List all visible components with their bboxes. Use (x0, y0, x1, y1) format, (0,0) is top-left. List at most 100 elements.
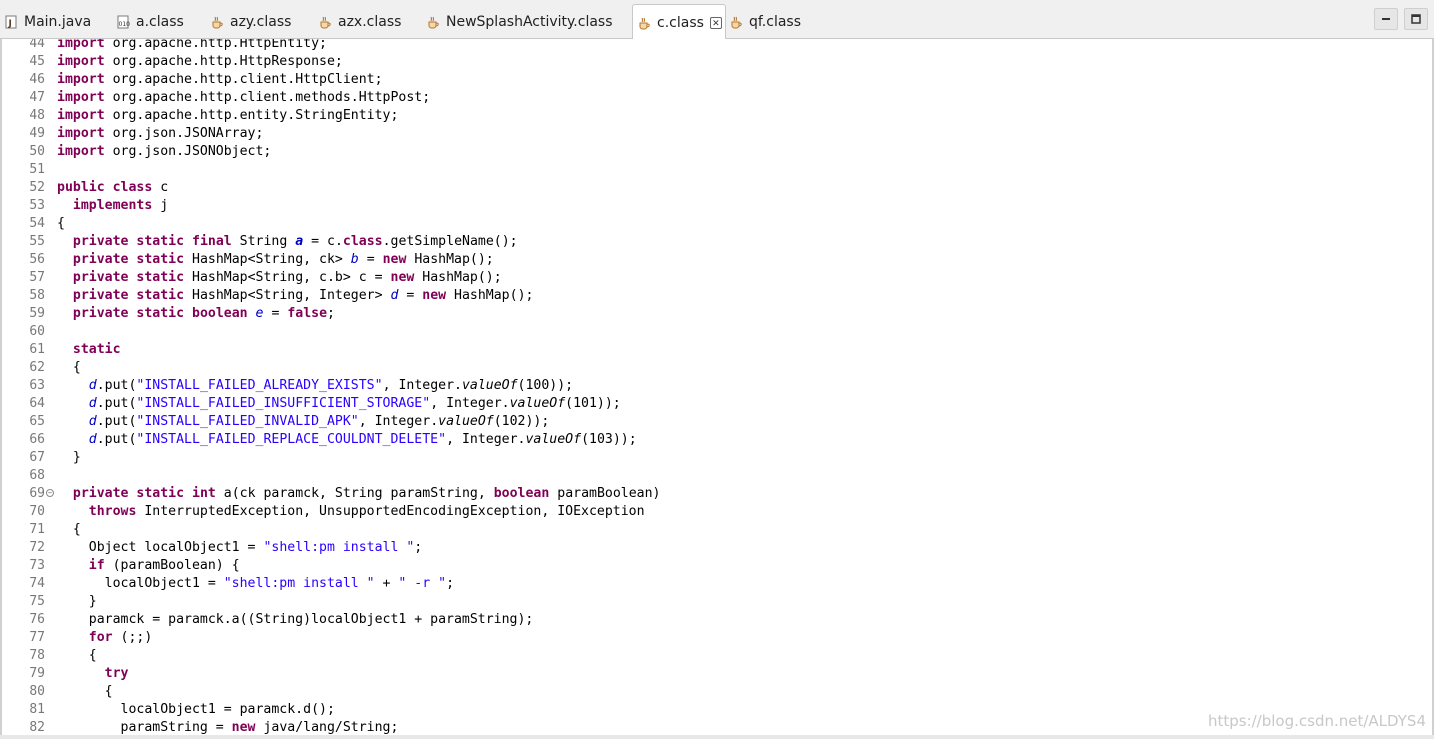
code-line[interactable]: 44 import org.apache.http.HttpEntity; (0, 39, 1400, 53)
editor-left-border (0, 39, 2, 739)
code-text: { (57, 648, 97, 663)
code-line[interactable]: 65 d.put("INSTALL_FAILED_INVALID_APK", I… (0, 413, 1400, 431)
code-line[interactable]: 71 { (0, 521, 1400, 539)
code-text: } (57, 594, 97, 609)
line-number: 76 (29, 612, 45, 627)
tab-label: a.class (136, 13, 184, 30)
code-line[interactable]: 58 private static HashMap<String, Intege… (0, 287, 1400, 305)
line-number: 52 (29, 180, 45, 195)
fold-collapse-icon[interactable]: − (46, 489, 54, 497)
code-editor[interactable]: 44 import org.apache.http.HttpEntity; 45 im… (0, 39, 1434, 739)
code-text: import org.apache.http.client.methods.Ht… (57, 90, 431, 105)
code-line[interactable]: 77 for (;;) (0, 629, 1400, 647)
editor-tab-bar: J Main.java 010 a.class azy.class azx.cl… (0, 0, 1434, 40)
tab-label: azy.class (230, 13, 292, 30)
code-line[interactable]: 47 import org.apache.http.client.methods.… (0, 89, 1400, 107)
code-line[interactable]: 81 localObject1 = paramck.d(); (0, 701, 1400, 719)
line-number: 49 (29, 126, 45, 141)
code-line[interactable]: 55 private static final String a = c.cla… (0, 233, 1400, 251)
line-number: 74 (29, 576, 45, 591)
code-line[interactable]: 49 import org.json.JSONArray; (0, 125, 1400, 143)
code-line[interactable]: 54 { (0, 215, 1400, 233)
class-file-icon (426, 15, 440, 29)
code-line[interactable]: 80 { (0, 683, 1400, 701)
svg-text:010: 010 (119, 21, 131, 28)
code-text: } (57, 450, 81, 465)
line-number: 80 (29, 684, 45, 699)
tab-a-class[interactable]: 010 a.class (116, 4, 184, 39)
tab-c-class[interactable]: c.class ✕ (632, 4, 726, 40)
code-line[interactable]: 62 { (0, 359, 1400, 377)
code-text: Object localObject1 = "shell:pm install … (57, 540, 423, 555)
class-file-icon (637, 16, 651, 30)
tab-newsplashactivity-class[interactable]: NewSplashActivity.class (426, 4, 613, 39)
code-line[interactable]: 72 Object localObject1 = "shell:pm insta… (0, 539, 1400, 557)
line-number: 61 (29, 342, 45, 357)
code-text: import org.apache.http.client.HttpClient… (57, 72, 383, 87)
code-line[interactable]: 60 (0, 323, 1400, 341)
code-line[interactable]: 79 try (0, 665, 1400, 683)
line-number: 72 (29, 540, 45, 555)
tab-main-java[interactable]: J Main.java (4, 4, 91, 39)
code-text: import org.apache.http.HttpResponse; (57, 54, 343, 69)
line-number: 71 (29, 522, 45, 537)
line-number: 64 (29, 396, 45, 411)
code-line[interactable]: 75 } (0, 593, 1400, 611)
line-number: 46 (29, 72, 45, 87)
code-text: private static HashMap<String, ck> b = n… (72, 252, 494, 267)
code-line[interactable]: 66 d.put("INSTALL_FAILED_REPLACE_COULDNT… (0, 431, 1400, 449)
line-number: 62 (29, 360, 45, 375)
maximize-button[interactable] (1404, 8, 1428, 30)
line-number: 51 (29, 162, 45, 177)
code-line[interactable]: 63 d.put("INSTALL_FAILED_ALREADY_EXISTS"… (0, 377, 1400, 395)
code-line[interactable]: 51 (0, 161, 1400, 179)
horizontal-scrollbar[interactable] (0, 735, 1434, 739)
line-number: 48 (29, 108, 45, 123)
code-line[interactable]: 76 paramck = paramck.a((String)localObje… (0, 611, 1400, 629)
line-number: 75 (29, 594, 45, 609)
code-line[interactable]: 61 static (0, 341, 1400, 359)
line-number: 70 (29, 504, 45, 519)
code-text: localObject1 = paramck.d(); (57, 702, 335, 717)
code-text: d.put("INSTALL_FAILED_REPLACE_COULDNT_DE… (88, 432, 637, 447)
code-text: throws InterruptedException, Unsupported… (88, 504, 645, 519)
code-text: paramck = paramck.a((String)localObject1… (57, 612, 534, 627)
editor-window-controls (1374, 8, 1428, 34)
tab-azy-class[interactable]: azy.class (210, 4, 291, 39)
watermark: https://blog.csdn.net/ALDYS4 (1207, 712, 1426, 730)
code-line[interactable]: 78 { (0, 647, 1400, 665)
code-line[interactable]: 46 import org.apache.http.client.HttpClie… (0, 71, 1400, 89)
code-line[interactable]: 48 import org.apache.http.entity.StringEn… (0, 107, 1400, 125)
code-line[interactable]: 74 localObject1 = "shell:pm install " + … (0, 575, 1400, 593)
java-file-icon: J (4, 15, 18, 29)
line-number: 56 (29, 252, 45, 267)
code-line[interactable]: 56 private static HashMap<String, ck> b … (0, 251, 1400, 269)
code-line[interactable]: 45 import org.apache.http.HttpResponse; (0, 53, 1400, 71)
code-text: { (57, 522, 81, 537)
tab-qf-class[interactable]: qf.class (729, 4, 801, 39)
tab-azx-class[interactable]: azx.class (318, 4, 401, 39)
code-text: import org.apache.http.entity.StringEnti… (57, 108, 399, 123)
code-line[interactable]: 70 throws InterruptedException, Unsuppor… (0, 503, 1400, 521)
code-text: { (57, 360, 81, 375)
code-line[interactable]: 73 if (paramBoolean) { (0, 557, 1400, 575)
code-line[interactable]: 64 d.put("INSTALL_FAILED_INSUFFICIENT_ST… (0, 395, 1400, 413)
code-line[interactable]: 69− private static int a(ck paramck, Str… (0, 485, 1400, 503)
code-line[interactable]: 50 import org.json.JSONObject; (0, 143, 1400, 161)
line-number: 57 (29, 270, 45, 285)
tab-label: Main.java (24, 13, 92, 30)
line-number: 65 (29, 414, 45, 429)
code-line[interactable]: 52 public class c (0, 179, 1400, 197)
code-text: public class c (57, 180, 169, 195)
code-line[interactable]: 57 private static HashMap<String, c.b> c… (0, 269, 1400, 287)
code-text: private static HashMap<String, Integer> … (72, 288, 534, 303)
code-text: localObject1 = "shell:pm install " + " -… (57, 576, 455, 591)
code-text: { (57, 216, 65, 231)
minimize-button[interactable] (1374, 8, 1398, 30)
close-tab-icon[interactable]: ✕ (709, 16, 722, 29)
code-text: private static int a(ck paramck, String … (72, 486, 661, 501)
code-line[interactable]: 68 (0, 467, 1400, 485)
code-line[interactable]: 53 implements j (0, 197, 1400, 215)
code-line[interactable]: 59 private static boolean e = false; (0, 305, 1400, 323)
code-line[interactable]: 67 } (0, 449, 1400, 467)
